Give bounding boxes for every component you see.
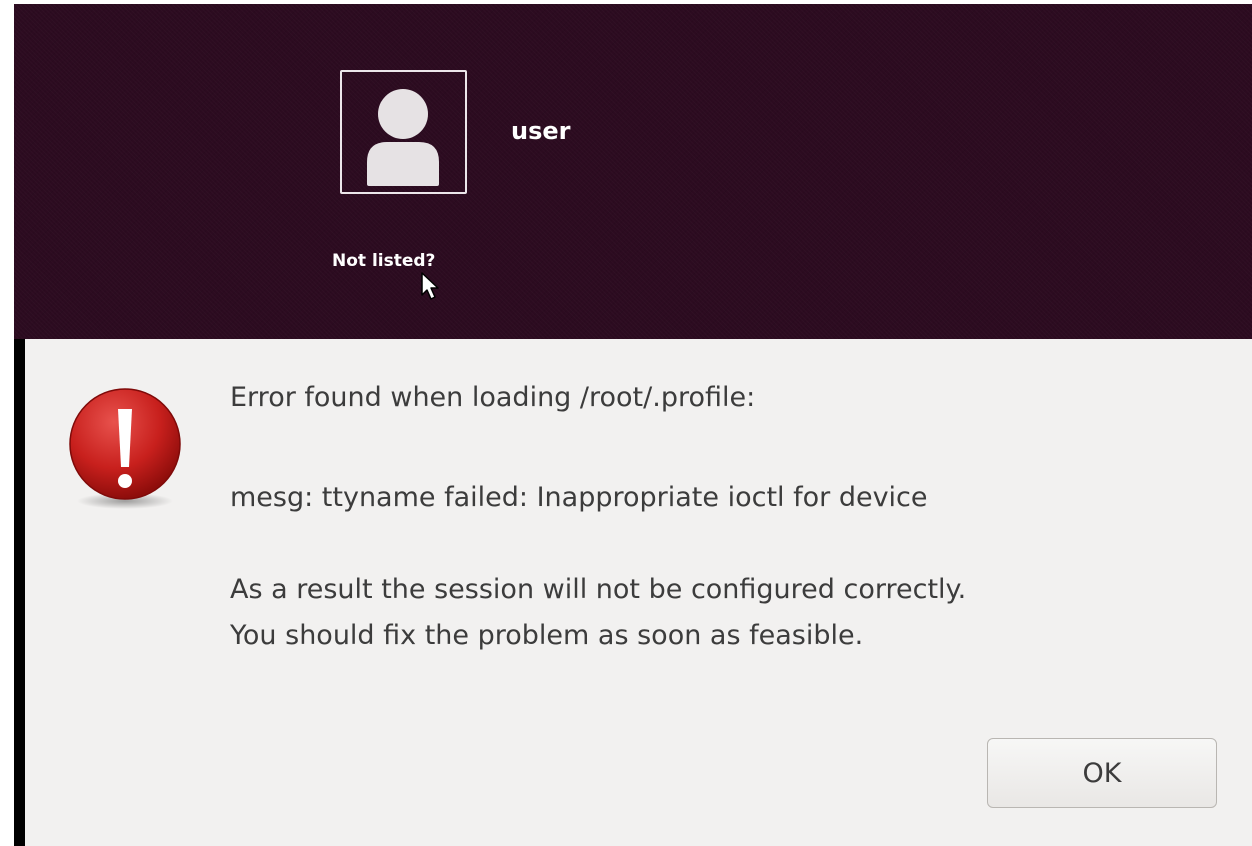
not-listed-link[interactable]: Not listed? xyxy=(332,250,435,272)
ok-button[interactable]: OK xyxy=(987,738,1217,808)
error-message-consequence: As a result the session will not be conf… xyxy=(230,574,967,605)
user-avatar-icon xyxy=(367,89,439,186)
login-greeter: user Not listed? xyxy=(14,4,1252,339)
user-name-label[interactable]: user xyxy=(511,116,570,146)
dialog-left-edge xyxy=(14,339,25,846)
error-message-title: Error found when loading /root/.profile: xyxy=(230,382,756,413)
mouse-pointer-icon xyxy=(421,272,439,300)
user-tile[interactable] xyxy=(340,70,467,194)
screen: user Not listed? Error found when loadin… xyxy=(0,0,1252,846)
error-exclamation-icon xyxy=(69,388,181,509)
error-message-advice: You should fix the problem as soon as fe… xyxy=(230,620,864,651)
error-message-detail: mesg: ttyname failed: Inappropriate ioct… xyxy=(230,482,928,513)
error-dialog: Error found when loading /root/.profile:… xyxy=(25,339,1252,846)
